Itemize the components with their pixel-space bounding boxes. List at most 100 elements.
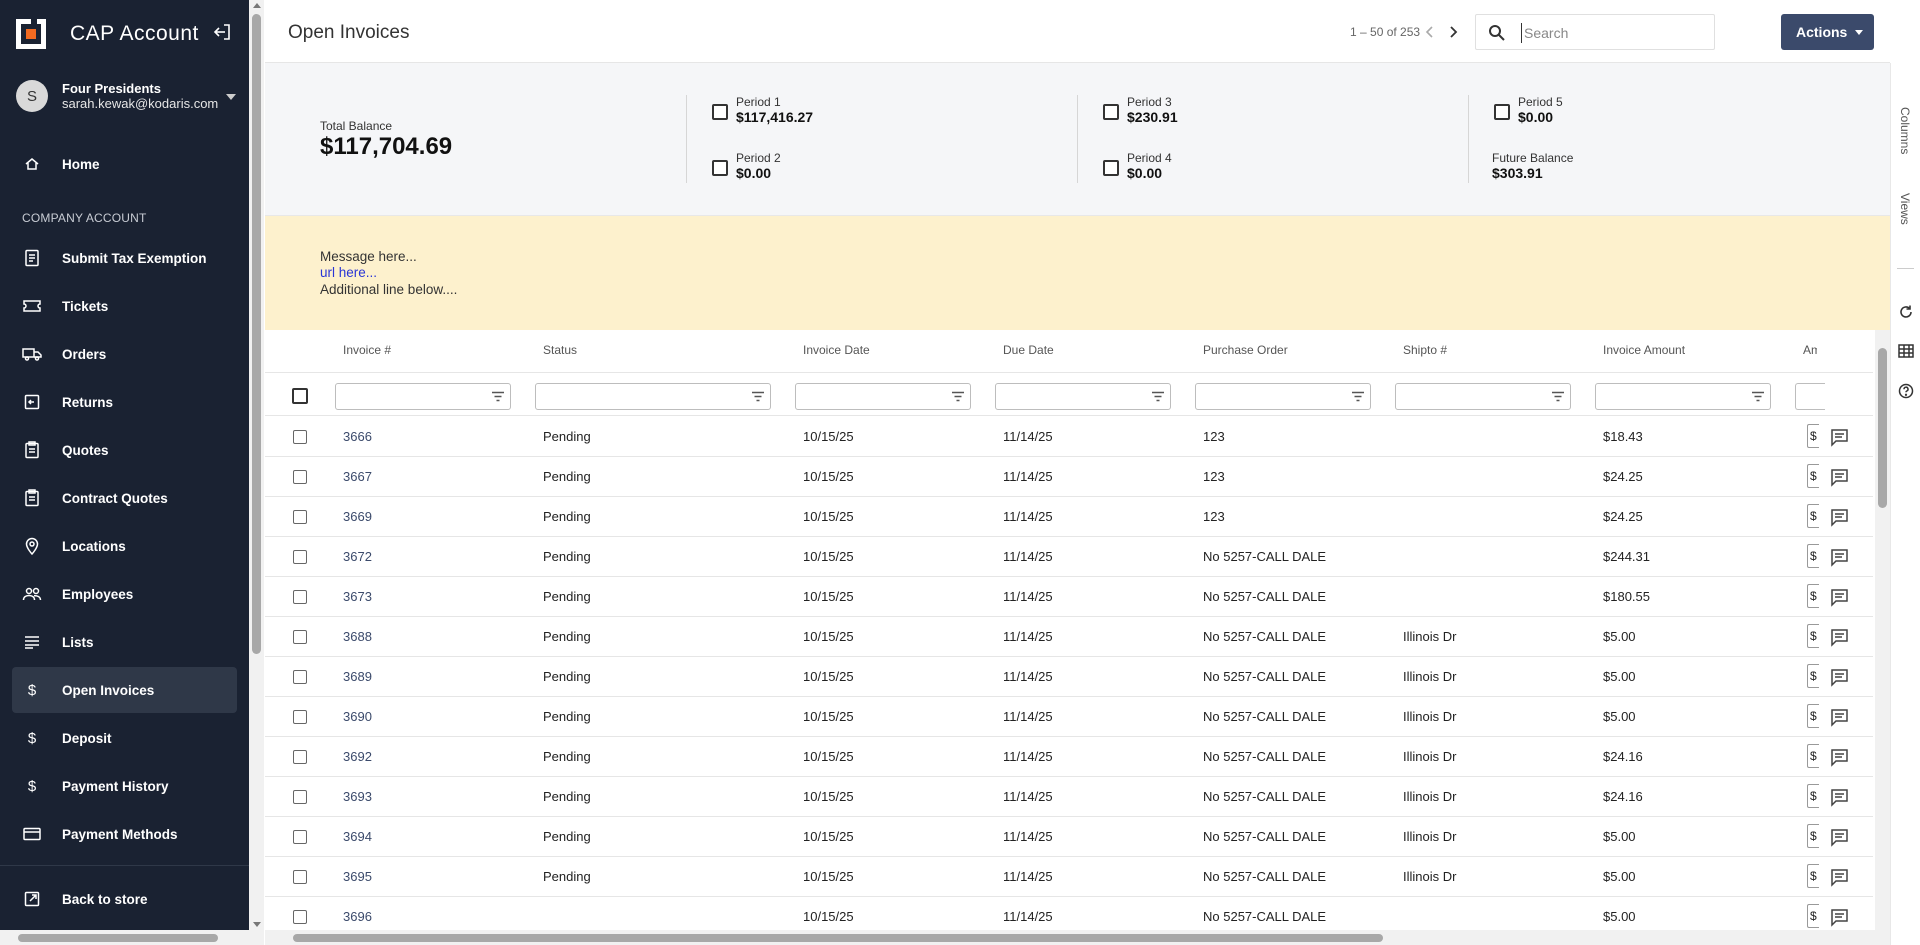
- column-header-purchase-order[interactable]: Purchase Order: [1203, 343, 1288, 357]
- brand[interactable]: CAP Account: [16, 18, 199, 50]
- scroll-up-icon[interactable]: [253, 3, 261, 8]
- column-header-invoice-amount[interactable]: Invoice Amount: [1603, 343, 1685, 357]
- table-grid-icon[interactable]: [1898, 344, 1914, 363]
- row-checkbox[interactable]: [293, 550, 307, 564]
- amount-input[interactable]: $: [1807, 664, 1819, 688]
- table-row[interactable]: 3690 Pending 10/15/25 11/14/25 No 5257-CALL …: [265, 697, 1873, 737]
- table-row[interactable]: 3692 Pending 10/15/25 11/14/25 No 5257-CALL …: [265, 737, 1873, 777]
- scrollbar-thumb[interactable]: [1878, 348, 1887, 508]
- cell-invoice[interactable]: 3693: [343, 789, 372, 804]
- table-row[interactable]: 3666 Pending 10/15/25 11/14/25 123 $18.43 $: [265, 417, 1873, 457]
- sidebar-item-returns[interactable]: Returns: [12, 379, 237, 425]
- scroll-down-icon[interactable]: [253, 922, 261, 927]
- table-row[interactable]: 3672 Pending 10/15/25 11/14/25 No 5257-CALL …: [265, 537, 1873, 577]
- filter-shipto[interactable]: [1395, 383, 1571, 410]
- comment-icon[interactable]: [1830, 908, 1849, 927]
- period-1-checkbox[interactable]: [712, 104, 728, 120]
- comment-icon[interactable]: [1830, 708, 1849, 727]
- table-vertical-scrollbar[interactable]: [1875, 330, 1890, 930]
- cell-invoice[interactable]: 3694: [343, 829, 372, 844]
- amount-input[interactable]: $: [1807, 504, 1819, 528]
- row-checkbox[interactable]: [293, 630, 307, 644]
- comment-icon[interactable]: [1830, 868, 1849, 887]
- sidebar-item-payment-history[interactable]: $ Payment History: [12, 763, 237, 809]
- table-row[interactable]: 3695 Pending 10/15/25 11/14/25 No 5257-CALL …: [265, 857, 1873, 897]
- cell-invoice[interactable]: 3689: [343, 669, 372, 684]
- column-header-due-date[interactable]: Due Date: [1003, 343, 1054, 357]
- row-checkbox[interactable]: [293, 750, 307, 764]
- comment-icon[interactable]: [1830, 828, 1849, 847]
- row-checkbox[interactable]: [293, 470, 307, 484]
- table-row[interactable]: 3689 Pending 10/15/25 11/14/25 No 5257-CALL …: [265, 657, 1873, 697]
- scrollbar-thumb[interactable]: [18, 934, 218, 942]
- sidebar-item-lists[interactable]: Lists: [12, 619, 237, 665]
- cell-invoice[interactable]: 3690: [343, 709, 372, 724]
- row-checkbox[interactable]: [293, 830, 307, 844]
- cell-invoice[interactable]: 3669: [343, 509, 372, 524]
- cell-invoice[interactable]: 3692: [343, 749, 372, 764]
- amount-input[interactable]: $: [1807, 824, 1819, 848]
- sidebar-horizontal-scrollbar[interactable]: [0, 930, 264, 945]
- cell-invoice[interactable]: 3688: [343, 629, 372, 644]
- help-icon[interactable]: [1898, 383, 1914, 404]
- select-all-checkbox[interactable]: [292, 388, 308, 404]
- sidebar-scrollbar[interactable]: [249, 0, 264, 945]
- row-checkbox[interactable]: [293, 670, 307, 684]
- comment-icon[interactable]: [1830, 788, 1849, 807]
- search-input[interactable]: [1521, 23, 1706, 43]
- table-row[interactable]: 3693 Pending 10/15/25 11/14/25 No 5257-CALL …: [265, 777, 1873, 817]
- table-row[interactable]: 3696 10/15/25 11/14/25 No 5257-CALL DALE $5.…: [265, 897, 1873, 930]
- sidebar-item-contract-quotes[interactable]: Contract Quotes: [12, 475, 237, 521]
- sidebar-item-home[interactable]: Home: [12, 141, 237, 187]
- sidebar-item-employees[interactable]: Employees: [12, 571, 237, 617]
- cell-invoice[interactable]: 3696: [343, 909, 372, 924]
- sidebar-item-submit-tax-exemption[interactable]: Submit Tax Exemption: [12, 235, 237, 281]
- amount-input[interactable]: $: [1807, 704, 1819, 728]
- comment-icon[interactable]: [1830, 748, 1849, 767]
- comment-icon[interactable]: [1830, 428, 1849, 447]
- column-header-invoice[interactable]: Invoice #: [343, 343, 391, 357]
- views-panel-tab[interactable]: Views: [1898, 193, 1912, 225]
- amount-input[interactable]: $: [1807, 424, 1819, 448]
- sidebar-item-orders[interactable]: Orders: [12, 331, 237, 377]
- row-checkbox[interactable]: [293, 590, 307, 604]
- sidebar-item-locations[interactable]: Locations: [12, 523, 237, 569]
- comment-icon[interactable]: [1830, 628, 1849, 647]
- sidebar-item-open-invoices[interactable]: $ Open Invoices: [12, 667, 237, 713]
- comment-icon[interactable]: [1830, 668, 1849, 687]
- sidebar-item-quotes[interactable]: Quotes: [12, 427, 237, 473]
- scrollbar-thumb[interactable]: [252, 14, 261, 654]
- amount-input[interactable]: $: [1807, 904, 1819, 928]
- period-2-checkbox[interactable]: [712, 160, 728, 176]
- filter-invoice-date[interactable]: [795, 383, 971, 410]
- columns-panel-tab[interactable]: Columns: [1898, 107, 1912, 154]
- row-checkbox[interactable]: [293, 870, 307, 884]
- back-to-store-link[interactable]: Back to store: [12, 876, 237, 922]
- filter-due-date[interactable]: [995, 383, 1171, 410]
- table-row[interactable]: 3694 Pending 10/15/25 11/14/25 No 5257-CALL …: [265, 817, 1873, 857]
- sidebar-item-tickets[interactable]: Tickets: [12, 283, 237, 329]
- column-header-invoice-date[interactable]: Invoice Date: [803, 343, 870, 357]
- amount-input[interactable]: $: [1807, 744, 1819, 768]
- chevron-left-icon[interactable]: [1422, 24, 1438, 40]
- filter-purchase-order[interactable]: [1195, 383, 1371, 410]
- period-5-checkbox[interactable]: [1494, 104, 1510, 120]
- filter-status[interactable]: [535, 383, 771, 410]
- amount-input[interactable]: $: [1807, 864, 1819, 888]
- table-row[interactable]: 3669 Pending 10/15/25 11/14/25 123 $24.25 $: [265, 497, 1873, 537]
- period-4-checkbox[interactable]: [1103, 160, 1119, 176]
- cell-invoice[interactable]: 3667: [343, 469, 372, 484]
- comment-icon[interactable]: [1830, 468, 1849, 487]
- logout-icon[interactable]: [212, 22, 232, 42]
- amount-input[interactable]: $: [1807, 464, 1819, 488]
- refresh-icon[interactable]: [1898, 304, 1914, 325]
- row-checkbox[interactable]: [293, 710, 307, 724]
- comment-icon[interactable]: [1830, 548, 1849, 567]
- account-switcher[interactable]: S Four Presidents sarah.kewak@kodaris.co…: [16, 78, 242, 114]
- row-checkbox[interactable]: [293, 790, 307, 804]
- filter-amount[interactable]: [1795, 383, 1825, 410]
- row-checkbox[interactable]: [293, 510, 307, 524]
- amount-input[interactable]: $: [1807, 784, 1819, 808]
- table-horizontal-scrollbar[interactable]: [265, 930, 1890, 945]
- cell-invoice[interactable]: 3695: [343, 869, 372, 884]
